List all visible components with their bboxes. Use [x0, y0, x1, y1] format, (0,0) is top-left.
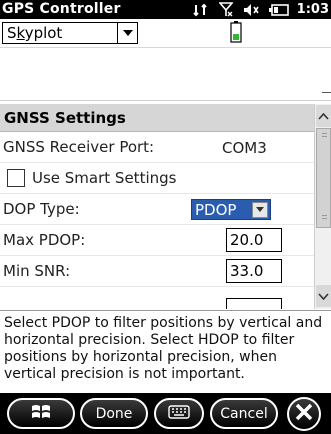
toolbar: Skyplot — [0, 19, 331, 45]
done-button-label: Done — [95, 405, 133, 422]
receiver-port-value: COM3 — [222, 139, 267, 157]
keyboard-button[interactable] — [154, 398, 204, 429]
scroll-up-button[interactable] — [316, 105, 331, 127]
grip-line — [322, 136, 327, 137]
command-bar: Done Cancel — [0, 393, 331, 434]
battery-icon — [230, 21, 242, 47]
divider — [0, 100, 331, 101]
close-button[interactable] — [287, 397, 321, 431]
close-icon — [295, 403, 313, 425]
max-pdop-input[interactable]: 20.0 — [226, 228, 282, 252]
receiver-port-label: GNSS Receiver Port: — [3, 138, 155, 156]
max-pdop-row: Max PDOP: 20.0 — [0, 225, 314, 256]
smart-settings-row[interactable]: Use Smart Settings — [0, 163, 314, 194]
smart-settings-checkbox[interactable] — [7, 169, 25, 187]
min-snr-row: Min SNR: 33.0 — [0, 256, 314, 287]
start-button[interactable] — [7, 398, 75, 429]
done-button[interactable]: Done — [80, 398, 148, 429]
dop-type-row: DOP Type: PDOP — [0, 194, 314, 225]
grip-line — [322, 218, 327, 219]
view-select[interactable]: Skyplot — [2, 22, 138, 44]
cancel-button[interactable]: Cancel — [210, 398, 278, 429]
no-signal-icon — [218, 2, 233, 17]
app-title: GPS Controller — [2, 1, 121, 17]
view-select-value: Skyplot — [7, 24, 63, 42]
dop-type-label: DOP Type: — [3, 200, 80, 218]
title-bar: GPS Controller 1:03 — [0, 0, 331, 19]
scroll-down-button[interactable] — [316, 285, 331, 307]
receiver-port-row: GNSS Receiver Port: COM3 — [0, 132, 314, 163]
scroll-thumb[interactable] — [316, 128, 331, 228]
cancel-button-label: Cancel — [220, 405, 268, 422]
keyboard-icon — [168, 404, 190, 423]
settings-panel: GNSS Settings GNSS Receiver Port: COM3 U… — [0, 104, 314, 309]
min-snr-input[interactable]: 33.0 — [226, 259, 282, 283]
grip-line — [322, 133, 327, 134]
divider — [322, 92, 331, 93]
windows-start-icon — [30, 402, 52, 426]
scrollbar[interactable] — [314, 104, 331, 309]
clock: 1:03 — [296, 2, 329, 17]
partial-input[interactable] — [226, 298, 282, 309]
volume-icon — [243, 3, 259, 17]
grip-line — [322, 215, 327, 216]
max-pdop-label: Max PDOP: — [3, 231, 86, 249]
status-icons: 1:03 — [183, 1, 329, 18]
dop-type-value: PDOP — [195, 200, 237, 219]
connectivity-icon — [192, 3, 209, 17]
section-title: GNSS Settings — [0, 104, 314, 132]
chevron-down-icon[interactable] — [252, 201, 268, 218]
battery-status-icon — [268, 3, 289, 16]
dop-type-select[interactable]: PDOP — [191, 199, 271, 220]
smart-settings-label: Use Smart Settings — [32, 169, 177, 187]
help-text: Select PDOP to filter positions by verti… — [0, 310, 331, 393]
blank-row — [0, 47, 331, 73]
chevron-down-icon[interactable] — [117, 23, 137, 43]
min-snr-label: Min SNR: — [3, 262, 71, 280]
